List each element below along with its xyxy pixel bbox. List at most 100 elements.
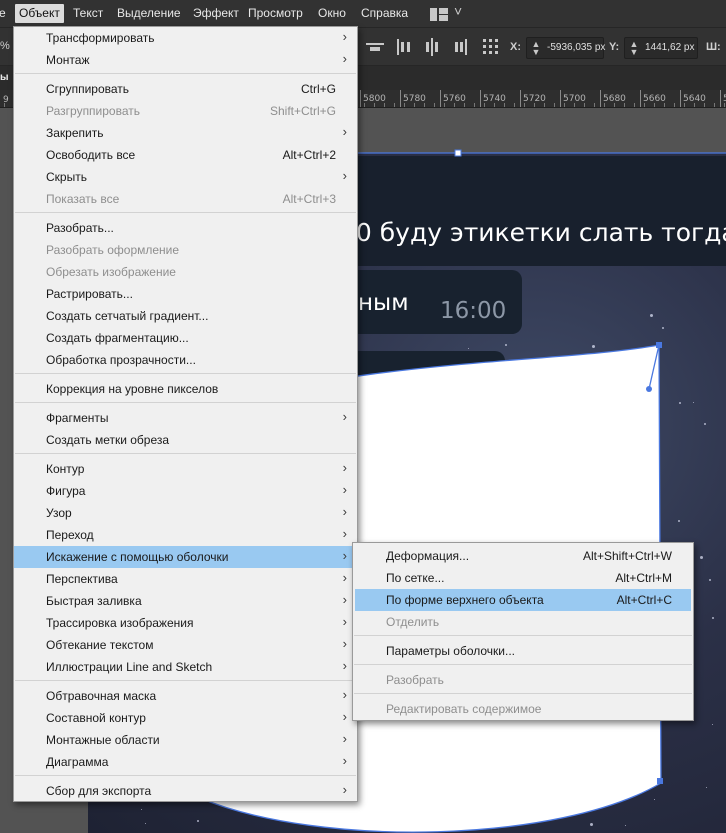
y-value: 1441,62 px — [645, 42, 695, 53]
submenu-item-shortcut: Alt+Shift+Ctrl+W — [582, 549, 672, 563]
align-right-icon[interactable] — [450, 38, 468, 56]
menu-separator — [15, 775, 356, 776]
menu-item[interactable]: Обтекание текстом › — [14, 634, 357, 656]
align-center-icon[interactable] — [423, 38, 441, 56]
align-top-icon[interactable] — [366, 38, 384, 56]
menu-selection[interactable]: Выделение — [117, 6, 181, 20]
ruler-minor-tick — [414, 103, 415, 107]
chevron-right-icon: › — [342, 731, 347, 746]
chevron-down-icon[interactable]: ˅ — [454, 3, 462, 19]
y-field[interactable]: ▲ ▼ 1441,62 px — [624, 37, 698, 59]
ruler-minor-tick — [604, 103, 605, 107]
menu-item[interactable]: Фигура › — [14, 480, 357, 502]
menu-text[interactable]: Текст — [73, 6, 103, 20]
chevron-right-icon: › — [342, 753, 347, 768]
ruler-minor-tick — [434, 103, 435, 107]
stepper-icon[interactable]: ▲ ▼ — [529, 40, 543, 57]
ruler-minor-tick — [584, 103, 585, 107]
menu-separator — [15, 402, 356, 403]
ruler-tick — [680, 90, 681, 107]
menu-item[interactable]: Создать фрагментацию... — [14, 327, 357, 349]
menu-item[interactable]: Освободить все Alt+Ctrl+2 — [14, 144, 357, 166]
menu-item-label: Монтажные области — [46, 733, 160, 747]
ruler-minor-tick — [364, 103, 365, 107]
menu-item-shortcut: Alt+Ctrl+3 — [282, 192, 336, 206]
menu-item-label: Контур — [46, 462, 85, 476]
grid-layout-icon[interactable] — [430, 8, 448, 21]
menu-item[interactable]: Трассировка изображения › — [14, 612, 357, 634]
menu-item-label: Переход — [46, 528, 94, 542]
submenu-item: Разобрать — [353, 669, 693, 691]
submenu-item[interactable]: Параметры оболочки... — [353, 640, 693, 662]
menu-edit-partial[interactable]: е — [0, 6, 6, 20]
submenu-item[interactable]: По сетке... Alt+Ctrl+M — [353, 567, 693, 589]
menu-item[interactable]: Диаграмма › — [14, 751, 357, 773]
document-tab-partial[interactable]: ы — [0, 72, 9, 83]
menu-item[interactable]: Искажение с помощью оболочки › — [14, 546, 357, 568]
ruler-minor-tick — [504, 103, 505, 107]
align-left-icon[interactable] — [396, 38, 414, 56]
x-field[interactable]: ▲ ▼ -5936,035 px — [526, 37, 605, 59]
menu-item-label: Закрепить — [46, 126, 104, 140]
menu-separator — [354, 693, 692, 694]
menu-item[interactable]: Узор › — [14, 502, 357, 524]
ruler-minor-tick — [684, 103, 685, 107]
submenu-item[interactable]: Деформация... Alt+Shift+Ctrl+W — [353, 545, 693, 567]
menu-effect[interactable]: Эффект — [193, 6, 239, 20]
submenu-item: Редактировать содержимое — [353, 698, 693, 720]
menu-separator — [15, 73, 356, 74]
submenu-item-label: Отделить — [386, 615, 440, 629]
ruler-minor-tick — [614, 103, 615, 107]
ruler-minor-tick — [514, 103, 515, 107]
ruler-tick — [720, 90, 721, 107]
menu-item[interactable]: Создать сетчатый градиент... — [14, 305, 357, 327]
ruler-tick — [440, 90, 441, 107]
menu-help[interactable]: Справка — [361, 6, 408, 20]
envelope-distort-submenu: Деформация... Alt+Shift+Ctrl+W По сетке...… — [352, 542, 694, 721]
reference-point-icon[interactable] — [482, 38, 500, 56]
ruler-tick — [560, 90, 561, 107]
y-label: Y: — [609, 41, 620, 53]
menu-item[interactable]: Перспектива › — [14, 568, 357, 590]
menu-item[interactable]: Скрыть › — [14, 166, 357, 188]
menu-view[interactable]: Просмотр — [248, 6, 303, 20]
menu-window[interactable]: Окно — [318, 6, 346, 20]
menu-item[interactable]: Создать метки обреза — [14, 429, 357, 451]
ruler-minor-tick — [654, 103, 655, 107]
menu-item[interactable]: Обтравочная маска › — [14, 685, 357, 707]
menu-item-label: Создать сетчатый градиент... — [46, 309, 209, 323]
w-label: Ш: — [706, 41, 721, 53]
chevron-right-icon: › — [342, 168, 347, 183]
menu-item[interactable]: Коррекция на уровне пикселов — [14, 378, 357, 400]
menu-item[interactable]: Трансформировать › — [14, 27, 357, 49]
ruler-minor-tick — [714, 103, 715, 107]
menu-item[interactable]: Закрепить › — [14, 122, 357, 144]
menu-item[interactable]: Сгруппировать Ctrl+G — [14, 78, 357, 100]
ruler-tick — [400, 90, 401, 107]
menu-item[interactable]: Разобрать... — [14, 217, 357, 239]
menu-item-label: Диаграмма — [46, 755, 109, 769]
menu-item[interactable]: Монтажные области › — [14, 729, 357, 751]
submenu-item-label: Редактировать содержимое — [386, 702, 542, 716]
menu-item[interactable]: Составной контур › — [14, 707, 357, 729]
menu-item[interactable]: Контур › — [14, 458, 357, 480]
menu-item: Показать все Alt+Ctrl+3 — [14, 188, 357, 210]
menu-item[interactable]: Растрировать... — [14, 283, 357, 305]
menu-item[interactable]: Фрагменты › — [14, 407, 357, 429]
submenu-item[interactable]: По форме верхнего объекта Alt+Ctrl+C — [355, 589, 691, 611]
chevron-right-icon: › — [342, 526, 347, 541]
menu-item[interactable]: Монтаж › — [14, 49, 357, 71]
menu-item[interactable]: Быстрая заливка › — [14, 590, 357, 612]
menu-item[interactable]: Обработка прозрачности... — [14, 349, 357, 371]
ruler-minor-tick — [374, 103, 375, 107]
menu-item[interactable]: Переход › — [14, 524, 357, 546]
menu-item[interactable]: Сбор для экспорта › — [14, 780, 357, 802]
menu-separator — [15, 212, 356, 213]
chevron-right-icon: › — [342, 570, 347, 585]
ruler-tick — [360, 90, 361, 107]
menu-object[interactable]: Объект — [15, 4, 64, 23]
menu-item[interactable]: Иллюстрации Line and Sketch › — [14, 656, 357, 678]
stepper-icon[interactable]: ▲ ▼ — [627, 40, 641, 57]
ruler-minor-tick — [444, 103, 445, 107]
ruler-minor-tick — [644, 103, 645, 107]
